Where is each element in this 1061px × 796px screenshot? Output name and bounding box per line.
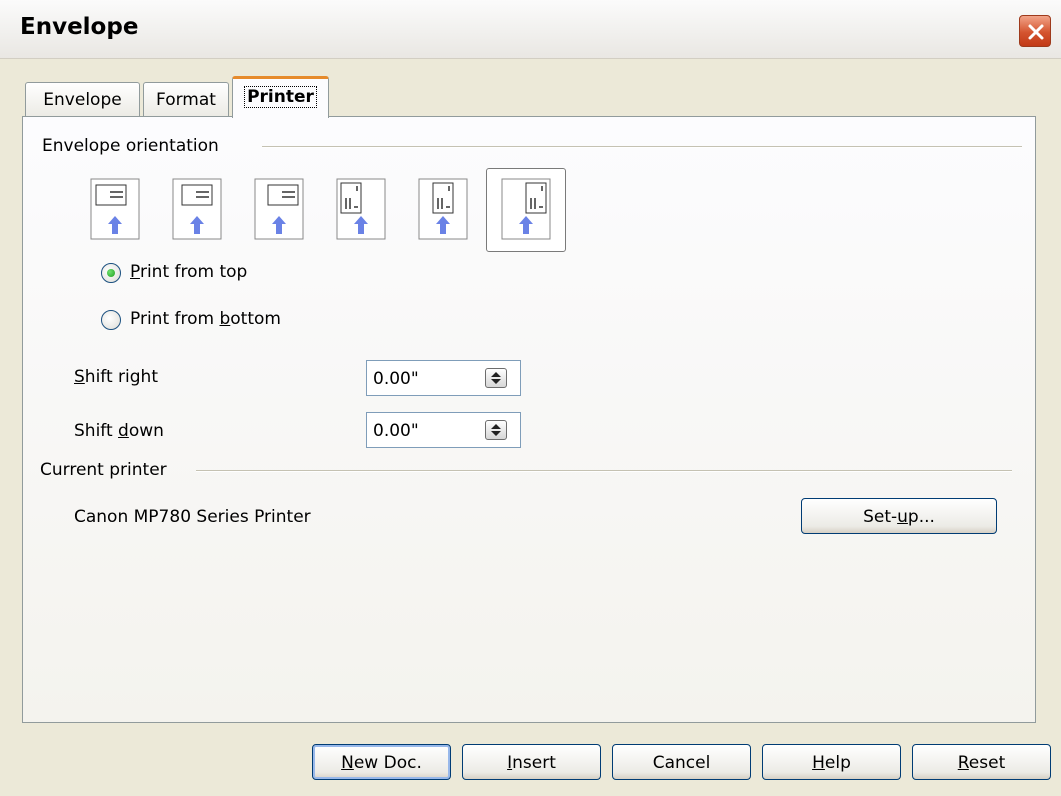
cancel-button[interactable]: Cancel — [612, 744, 751, 780]
shift-right-field[interactable]: 0.00" — [366, 360, 521, 396]
current-printer-divider — [196, 470, 1012, 472]
shift-right-spin-button[interactable] — [485, 368, 507, 388]
setup-button[interactable]: Set-up... — [801, 498, 997, 534]
orientation-option-2[interactable] — [172, 178, 222, 240]
tab-printer-label: Printer — [244, 86, 317, 108]
orientation-option-1[interactable] — [90, 178, 140, 240]
shift-down-label: Shift down — [74, 421, 164, 441]
tab-format[interactable]: Format — [143, 82, 229, 116]
shift-down-spin-button[interactable] — [485, 420, 507, 440]
orientation-divider — [262, 146, 1022, 148]
print-from-bottom-label[interactable]: Print from bottom — [130, 309, 281, 329]
tab-envelope[interactable]: Envelope — [25, 82, 140, 116]
envelope-horizontal-icon — [90, 178, 140, 240]
shift-right-label: Shift right — [74, 367, 158, 387]
orientation-option-6-selected[interactable] — [486, 168, 566, 252]
close-icon — [1028, 24, 1044, 40]
orientation-option-3[interactable] — [254, 178, 304, 240]
shift-down-field[interactable]: 0.00" — [366, 412, 521, 448]
title-bar: Envelope — [0, 0, 1061, 59]
radio-checked-dot — [107, 269, 115, 277]
print-from-bottom-radio[interactable] — [101, 310, 121, 330]
spin-arrows-icon — [491, 424, 501, 436]
close-button[interactable] — [1019, 15, 1051, 47]
spin-arrows-icon — [491, 372, 501, 384]
envelope-orientation-label: Envelope orientation — [42, 136, 219, 156]
envelope-horizontal-icon — [172, 178, 222, 240]
insert-button[interactable]: Insert — [462, 744, 601, 780]
orientation-option-4[interactable] — [336, 178, 386, 240]
envelope-vertical-icon — [336, 178, 386, 240]
tab-printer[interactable]: Printer — [232, 76, 329, 118]
print-from-top-label[interactable]: Print from top — [130, 262, 247, 282]
orientation-option-5[interactable] — [418, 178, 468, 240]
window-title: Envelope — [20, 14, 139, 40]
printer-name: Canon MP780 Series Printer — [74, 507, 311, 527]
new-doc-button[interactable]: New Doc. — [312, 744, 451, 780]
envelope-horizontal-icon — [254, 178, 304, 240]
shift-right-value: 0.00" — [373, 369, 419, 389]
shift-down-value: 0.00" — [373, 421, 419, 441]
envelope-vertical-icon — [418, 178, 468, 240]
help-button[interactable]: Help — [762, 744, 901, 780]
current-printer-label: Current printer — [40, 460, 167, 480]
print-from-top-radio[interactable] — [101, 263, 121, 283]
reset-button[interactable]: Reset — [912, 744, 1051, 780]
envelope-vertical-icon — [501, 178, 551, 240]
